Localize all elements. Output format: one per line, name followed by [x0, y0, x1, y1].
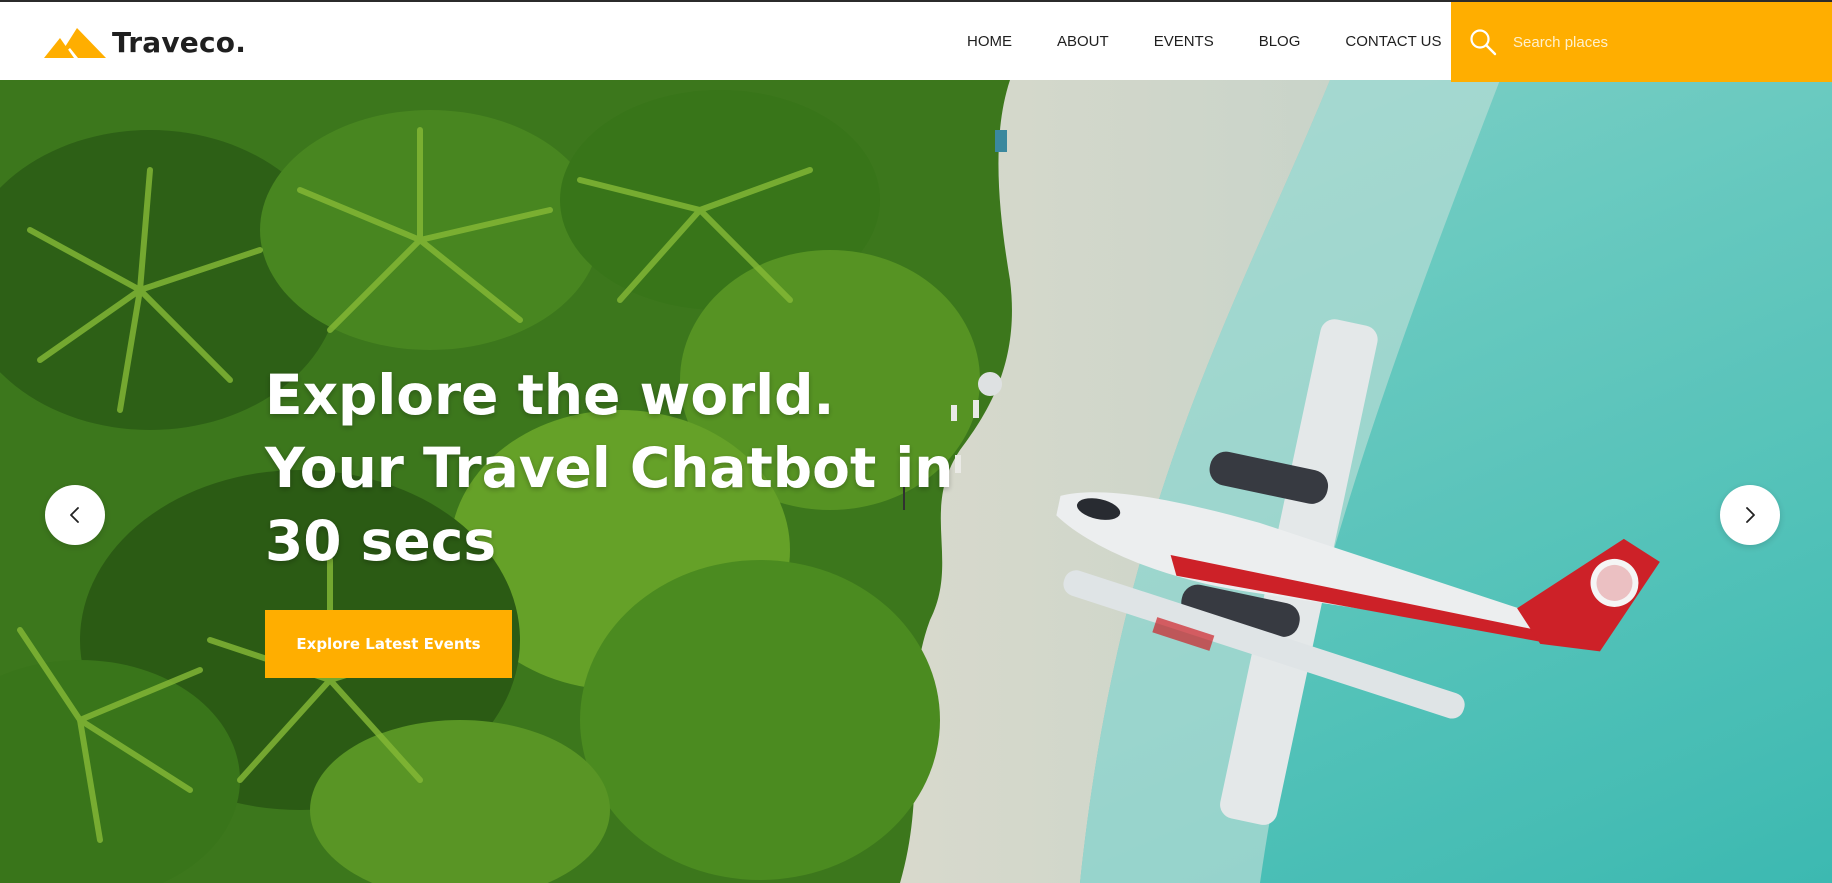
nav-home[interactable]: HOME — [967, 33, 1012, 50]
chevron-left-icon — [70, 507, 79, 523]
hero-headline: Explore the world. Your Travel Chatbot i… — [265, 359, 965, 578]
nav-contact-us[interactable]: CONTACT US — [1345, 33, 1441, 50]
site-header: Traveco. HOME ABOUT EVENTS BLOG CONTACT … — [0, 0, 1832, 82]
chevron-right-icon — [1746, 507, 1755, 523]
hero-headline-line-1: Explore the world. — [265, 363, 835, 427]
brand-name: Traveco. — [112, 25, 247, 59]
nav-events[interactable]: EVENTS — [1154, 33, 1214, 50]
nav-about[interactable]: ABOUT — [1057, 33, 1109, 50]
nav-blog[interactable]: BLOG — [1259, 33, 1301, 50]
slider-prev-button[interactable] — [45, 485, 105, 545]
main-nav: HOME ABOUT EVENTS BLOG CONTACT US — [967, 33, 1442, 50]
search-input[interactable] — [1513, 27, 1813, 57]
hero-headline-line-2: Your Travel Chatbot in — [265, 436, 954, 500]
search-icon[interactable] — [1469, 28, 1497, 56]
hero-slider: Explore the world. Your Travel Chatbot i… — [0, 80, 1832, 883]
logo[interactable]: Traveco. — [44, 24, 246, 60]
mountain-logo-icon — [44, 28, 106, 58]
search-bar — [1451, 2, 1832, 82]
hero-headline-line-3: 30 secs — [265, 509, 497, 573]
page: Traveco. HOME ABOUT EVENTS BLOG CONTACT … — [0, 0, 1832, 883]
explore-latest-events-button[interactable]: Explore Latest Events — [265, 610, 512, 678]
slider-next-button[interactable] — [1720, 485, 1780, 545]
